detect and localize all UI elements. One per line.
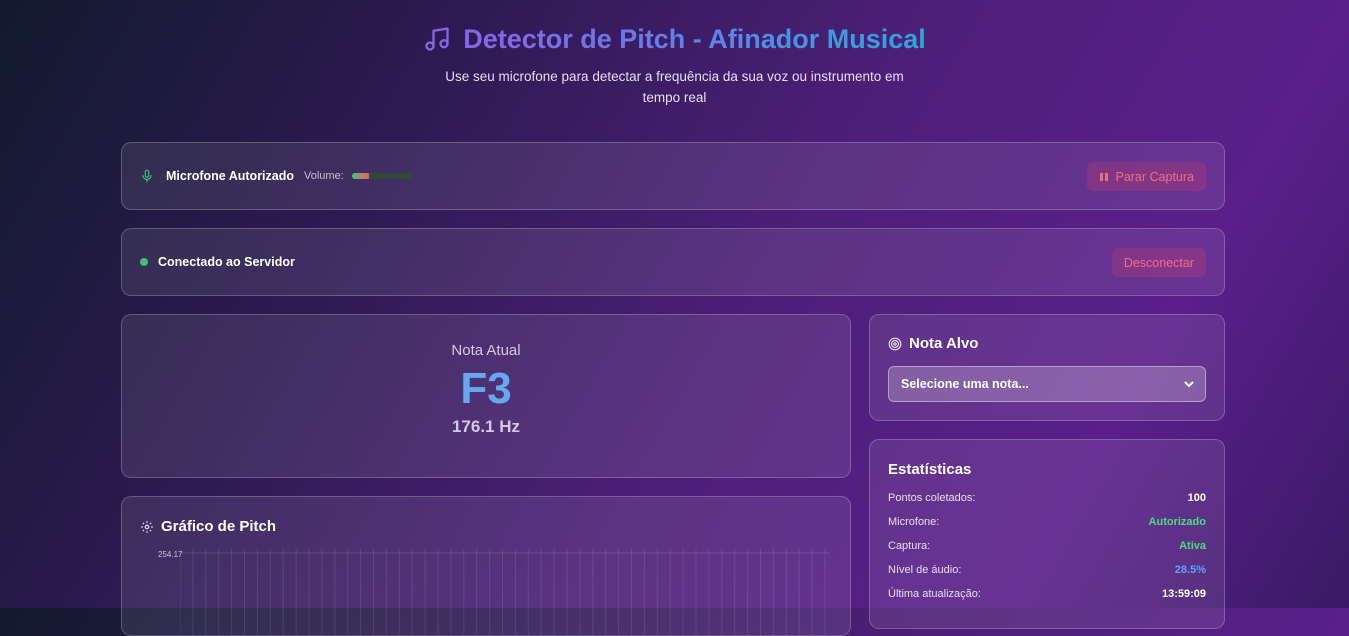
microphone-status-bar: Microfone Autorizado Volume: Parar Captu… xyxy=(121,142,1225,210)
current-note-frequency: 176.1 Hz xyxy=(451,417,521,436)
microphone-icon xyxy=(142,169,152,183)
statistics-title: Estatísticas xyxy=(888,461,972,478)
target-note-panel: Nota Alvo Selecione uma nota... xyxy=(869,314,1225,421)
gear-icon xyxy=(141,520,153,533)
stat-row-points: Pontos coletados: 100 xyxy=(888,492,1206,504)
connection-status-dot xyxy=(140,258,148,266)
stat-key: Captura: xyxy=(888,540,931,552)
current-note-value: F3 xyxy=(460,364,512,413)
microphone-status-text: Microfone Autorizado xyxy=(166,169,295,183)
title-row: Detector de Pitch - Afinador Musical xyxy=(0,20,1349,58)
target-icon xyxy=(888,337,902,350)
stop-capture-label: Parar Captura xyxy=(1115,169,1194,184)
pitch-graph-grid xyxy=(180,549,830,635)
stop-icon xyxy=(1100,172,1109,181)
chevron-down-icon xyxy=(1184,381,1194,388)
stat-key: Última atualização: xyxy=(888,588,981,600)
connection-status-text: Conectado ao Servidor xyxy=(158,255,295,269)
music-note-icon xyxy=(425,27,449,51)
volume-meter xyxy=(351,173,412,179)
target-note-select[interactable]: Selecione uma nota... xyxy=(888,366,1206,402)
volume-label: Volume: xyxy=(304,170,344,182)
target-note-select-value: Selecione uma nota... xyxy=(901,377,1029,391)
stat-row-microphone: Microfone: Autorizado xyxy=(888,516,1206,528)
connection-status-bar: Conectado ao Servidor Desconectar xyxy=(121,228,1225,296)
disconnect-button[interactable]: Desconectar xyxy=(1111,248,1206,277)
stat-key: Nível de áudio: xyxy=(888,564,962,576)
stop-capture-button[interactable]: Parar Captura xyxy=(1087,162,1206,191)
page-header: Detector de Pitch - Afinador Musical Use… xyxy=(0,20,1349,108)
stat-value: 100 xyxy=(1187,492,1206,504)
stat-row-audio-level: Nível de áudio: 28.5% xyxy=(888,564,1206,576)
y-axis-max-label: 254.17 xyxy=(158,550,183,559)
page-title: Detector de Pitch - Afinador Musical xyxy=(463,23,926,54)
stat-row-capture: Captura: Ativa xyxy=(888,540,1206,552)
disconnect-label: Desconectar xyxy=(1123,255,1194,270)
pitch-graph-panel: Gráfico de Pitch 254.17 xyxy=(121,496,851,636)
current-note-label: Nota Atual xyxy=(451,342,521,359)
stat-value: 28.5% xyxy=(1174,564,1206,576)
stat-key: Microfone: xyxy=(888,516,940,528)
volume-meter-fill xyxy=(351,173,369,179)
stat-value: Ativa xyxy=(1179,540,1206,552)
current-note-panel: Nota Atual F3 176.1 Hz xyxy=(121,314,851,478)
target-note-title: Nota Alvo xyxy=(909,335,979,352)
pitch-graph-title: Gráfico de Pitch xyxy=(161,518,277,535)
stat-value: Autorizado xyxy=(1148,516,1206,528)
stat-value: 13:59:09 xyxy=(1161,588,1206,600)
pitch-graph-header: Gráfico de Pitch xyxy=(140,518,276,535)
statistics-panel: Estatísticas Pontos coletados: 100 Micro… xyxy=(869,439,1225,629)
stat-row-last-update: Última atualização: 13:59:09 xyxy=(888,588,1206,600)
target-note-header: Nota Alvo xyxy=(888,335,978,352)
stat-key: Pontos coletados: xyxy=(888,492,976,504)
page-subtitle: Use seu microfone para detectar a frequê… xyxy=(445,69,904,105)
